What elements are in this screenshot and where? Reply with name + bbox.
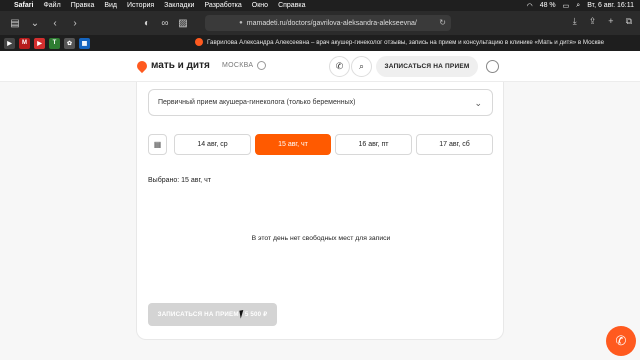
location-icon[interactable] bbox=[257, 61, 266, 70]
page-icon[interactable]: ▨ bbox=[176, 16, 190, 30]
logo-text: мать и дитя bbox=[151, 60, 210, 71]
city-selector[interactable]: МОСКВА bbox=[222, 62, 253, 69]
reload-icon[interactable]: ↻ bbox=[439, 18, 446, 27]
profile-icon[interactable] bbox=[486, 60, 499, 73]
header-appointment-button[interactable]: ЗАПИСАТЬСЯ НА ПРИЕМ bbox=[376, 56, 478, 77]
call-fab-button[interactable]: ✆ bbox=[606, 326, 636, 356]
battery-label[interactable]: 48 % bbox=[540, 2, 556, 9]
calendar-button[interactable]: ▦ bbox=[148, 134, 167, 155]
menu-help[interactable]: Справка bbox=[278, 2, 305, 9]
bookmark-favicon[interactable]: ✿ bbox=[64, 37, 75, 49]
macos-menubar: Safari Файл Правка Вид История Закладки … bbox=[0, 0, 640, 11]
site-logo[interactable]: мать и дитя bbox=[134, 58, 210, 73]
active-tab[interactable]: Гаврилова Александра Алексеевна – врач а… bbox=[195, 38, 604, 46]
forward-icon[interactable]: › bbox=[68, 16, 82, 30]
chevron-down-icon[interactable]: ⌄ bbox=[28, 16, 42, 30]
mouse-cursor-icon bbox=[239, 309, 249, 319]
search-icon: ⌕ bbox=[358, 61, 365, 71]
site-header: мать и дитя МОСКВА ✆ ⌕ ЗАПИСАТЬСЯ НА ПРИ… bbox=[0, 51, 640, 82]
back-icon[interactable]: ‹ bbox=[48, 16, 62, 30]
search-icon[interactable]: ⌕ bbox=[576, 2, 580, 10]
bookmark-favicon[interactable]: T bbox=[49, 37, 60, 49]
new-tab-icon[interactable]: + bbox=[608, 16, 613, 27]
phone-icon: ✆ bbox=[335, 61, 344, 71]
selected-date-label: Выбрано: 15 авг, чт bbox=[148, 177, 211, 184]
day-option[interactable]: 14 авг, ср bbox=[174, 134, 251, 155]
booking-card: Первичный прием акушера-гинеколога (толь… bbox=[136, 82, 504, 340]
service-select-value: Первичный прием акушера-гинеколога (толь… bbox=[158, 99, 356, 106]
day-option[interactable]: 17 авг, сб bbox=[416, 134, 493, 155]
phone-button[interactable]: ✆ bbox=[329, 56, 350, 77]
tab-bar: ▶ М ▶ T ✿ ▦ Гаврилова Александра Алексее… bbox=[0, 35, 640, 51]
datetime[interactable]: Вт, 6 авг. 16:11 bbox=[587, 2, 634, 9]
menu-history[interactable]: История bbox=[127, 2, 154, 9]
menu-window[interactable]: Окно bbox=[252, 2, 268, 9]
submit-appointment-button[interactable]: ЗАПИСАТЬСЯ НА ПРИЕМ · 5 500 ₽ bbox=[148, 303, 277, 326]
search-button[interactable]: ⌕ bbox=[351, 56, 372, 77]
address-bar[interactable]: ● mamadeti.ru/doctors/gavrilova-aleksand… bbox=[205, 15, 451, 31]
extension-icon[interactable]: ∞ bbox=[158, 16, 172, 30]
wifi-icon[interactable]: ◠ bbox=[527, 2, 533, 10]
day-option-selected[interactable]: 15 авг, чт bbox=[255, 134, 331, 155]
tabs-overview-icon[interactable]: ⧉ bbox=[626, 16, 632, 27]
url-text: mamadeti.ru/doctors/gavrilova-aleksandra… bbox=[246, 19, 417, 27]
menu-develop[interactable]: Разработка bbox=[204, 2, 241, 9]
bookmark-favicon[interactable]: ▶ bbox=[34, 37, 45, 49]
menu-app[interactable]: Safari bbox=[14, 2, 33, 9]
browser-toolbar: ▤ ⌄ ‹ › ◐ ∞ ▨ ● mamadeti.ru/doctors/gavr… bbox=[0, 11, 640, 35]
service-select[interactable]: Первичный прием акушера-гинеколога (толь… bbox=[148, 89, 493, 116]
calendar-icon: ▦ bbox=[153, 140, 162, 149]
menu-file[interactable]: Файл bbox=[43, 2, 60, 9]
bookmark-favicon[interactable]: ▦ bbox=[79, 37, 90, 49]
sidebar-icon[interactable]: ▤ bbox=[8, 16, 22, 30]
privacy-icon[interactable]: ◐ bbox=[140, 16, 154, 30]
day-option[interactable]: 16 авг, пт bbox=[335, 134, 412, 155]
share-icon[interactable]: ⇪ bbox=[589, 16, 597, 27]
menu-bookmarks[interactable]: Закладки bbox=[164, 2, 194, 9]
logo-mark-icon bbox=[134, 58, 150, 73]
site-favicon bbox=[195, 38, 203, 46]
lock-icon: ● bbox=[239, 20, 243, 26]
chevron-down-icon: ⌄ bbox=[474, 98, 482, 108]
bookmark-favicon[interactable]: М bbox=[19, 37, 30, 49]
menu-view[interactable]: Вид bbox=[104, 2, 117, 9]
bookmark-favicon[interactable]: ▶ bbox=[4, 37, 15, 49]
phone-icon: ✆ bbox=[615, 333, 627, 348]
battery-icon[interactable]: ▭ bbox=[563, 2, 570, 10]
download-icon[interactable]: ⤓ bbox=[573, 16, 577, 27]
menu-edit[interactable]: Правка bbox=[71, 2, 95, 9]
tab-title: Гаврилова Александра Алексеевна – врач а… bbox=[207, 38, 605, 46]
no-slots-message: В этот день нет свободных мест для запис… bbox=[251, 235, 391, 242]
